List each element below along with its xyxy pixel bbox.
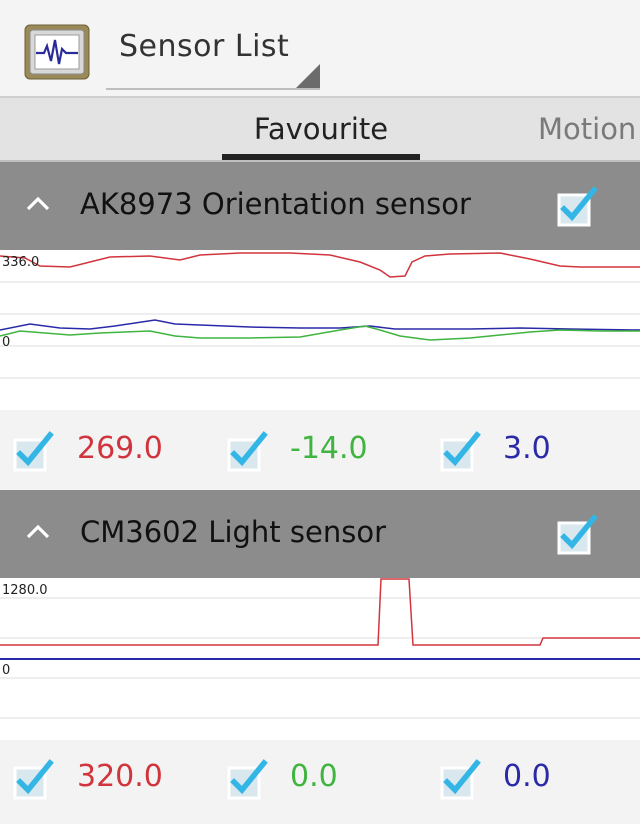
tab-favourite[interactable]: Favourite (222, 98, 420, 160)
sensor-name: CM3602 Light sensor (80, 515, 386, 549)
value-y: -14.0 (290, 431, 368, 466)
value-y: 0.0 (290, 759, 338, 794)
value-y-checkbox[interactable] (226, 429, 270, 473)
value-y-checkbox[interactable] (226, 757, 270, 801)
y-min-label: 0 (2, 663, 11, 678)
spinner-dropdown-icon (296, 64, 320, 88)
y-max-label: 336.0 (2, 255, 40, 270)
orientation-graph: 336.0 0 (0, 250, 640, 410)
light-graph: 1280.0 0 (0, 578, 640, 740)
sensor-enabled-checkbox[interactable] (556, 184, 600, 228)
sensor-values-row: 320.0 0.0 0.0 (0, 740, 640, 824)
sensor-name: AK8973 Orientation sensor (80, 187, 471, 221)
value-z-checkbox[interactable] (439, 429, 483, 473)
y-max-label: 1280.0 (2, 583, 48, 598)
app-title: Sensor List (119, 29, 290, 64)
value-x: 320.0 (77, 759, 163, 794)
value-x-checkbox[interactable] (12, 429, 56, 473)
value-x-checkbox[interactable] (12, 757, 56, 801)
value-z: 0.0 (503, 759, 551, 794)
app-icon[interactable] (24, 24, 90, 80)
value-x: 269.0 (77, 431, 163, 466)
selected-tab-indicator (222, 154, 420, 160)
sensor-enabled-checkbox[interactable] (556, 512, 600, 556)
value-z-checkbox[interactable] (439, 757, 483, 801)
tab-motion[interactable]: Motion (538, 98, 636, 160)
sensor-header[interactable]: CM3602 Light sensor (0, 490, 640, 578)
chevron-up-icon[interactable] (24, 522, 52, 542)
sensor-header[interactable]: AK8973 Orientation sensor (0, 162, 640, 250)
action-bar: Sensor List (0, 0, 640, 98)
chevron-up-icon[interactable] (24, 194, 52, 214)
sensor-values-row: 269.0 -14.0 3.0 (0, 412, 640, 490)
sensor-list-spinner[interactable]: Sensor List (106, 12, 320, 90)
value-z: 3.0 (503, 431, 551, 466)
y-min-label: 0 (2, 335, 11, 350)
tab-bar: Favourite Motion (0, 98, 640, 162)
